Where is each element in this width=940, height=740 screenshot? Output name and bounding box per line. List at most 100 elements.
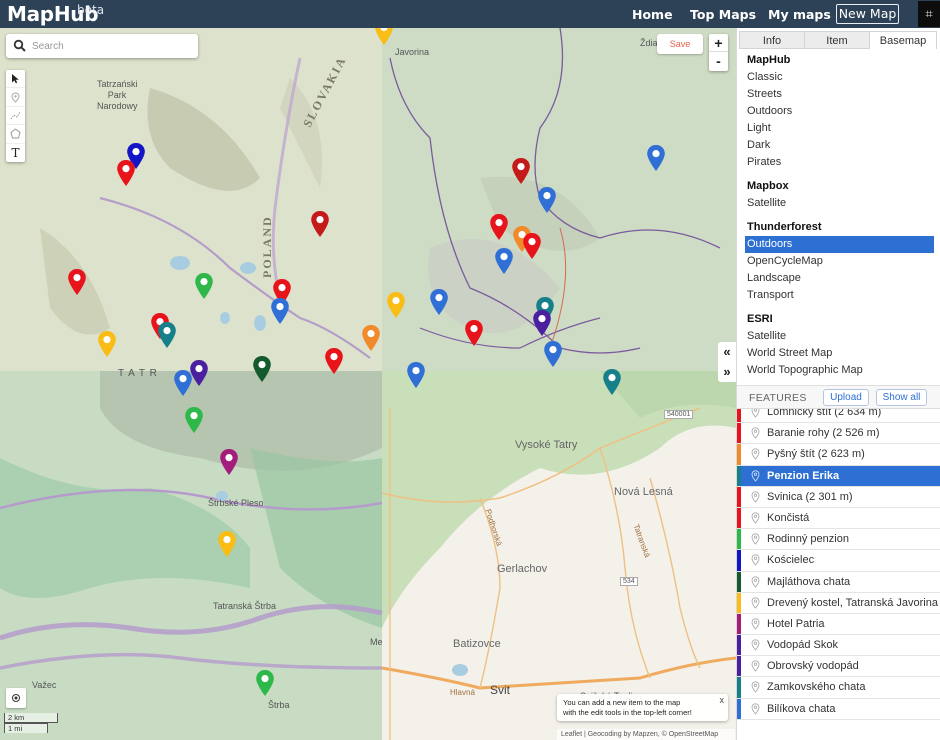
map-marker-pin[interactable] [361,324,381,352]
feature-list-item[interactable]: Vodopád Skok [737,635,940,657]
feature-list-item[interactable]: Majláthova chata [737,571,940,593]
map-marker-pin[interactable] [532,309,552,337]
text-tool-button[interactable]: T [6,144,25,162]
line-tool-button[interactable] [6,107,25,126]
tab-item[interactable]: Item [804,31,870,49]
basemap-option[interactable]: World Street Map [737,345,940,362]
map-marker-pin[interactable] [324,347,344,375]
basemap-option[interactable]: OpenCycleMap [737,253,940,270]
feature-list-item[interactable]: Lomnický štít (2 634 m) [737,409,940,424]
map-marker-pin[interactable] [464,319,484,347]
upload-button[interactable]: Upload [823,389,869,406]
basemap-option[interactable]: Satellite [737,195,940,212]
map-marker-pin[interactable] [270,297,290,325]
map-marker-pin[interactable] [386,291,406,319]
map-marker-pin[interactable] [116,159,136,187]
basemap-option[interactable]: Satellite [737,328,940,345]
map-marker-pin[interactable] [310,210,330,238]
map-marker-pin[interactable] [219,448,239,476]
feature-color-bar [737,486,741,507]
save-button[interactable]: Save [657,34,703,54]
marker-icon [751,639,760,651]
basemap-option[interactable]: Outdoors [745,236,934,253]
basemap-option[interactable]: Landscape [737,270,940,287]
basemap-option[interactable]: World Topographic Map [737,362,940,379]
tip-close-button[interactable]: x [720,695,725,705]
map-marker-pin[interactable] [217,530,237,558]
zoom-control: + - [709,34,728,71]
map-canvas[interactable]: Tatrzański Park Narodowy SLOVAKIA POLAND T… [0,28,736,740]
basemap-option[interactable]: Dark [737,137,940,154]
map-marker-pin[interactable] [252,355,272,383]
show-all-button[interactable]: Show all [876,389,927,406]
feature-list-item[interactable]: Baranie rohy (2 526 m) [737,423,940,445]
feature-name: Majláthova chata [767,575,851,588]
map-label-tatry: T A T R [118,368,158,379]
nav-home[interactable]: Home [632,7,673,22]
map-marker-pin[interactable] [157,321,177,349]
select-tool-button[interactable] [6,70,25,89]
sidebar: Info Item Basemap MapHub Classic Streets Ou… [736,28,940,740]
feature-list-item[interactable]: Pyšný štít (2 623 m) [737,444,940,466]
collapse-left-icon[interactable]: « [718,342,736,362]
feature-list-item[interactable]: Zamkovského chata [737,677,940,699]
tab-basemap[interactable]: Basemap [869,31,937,49]
new-map-button[interactable]: New Map [836,4,899,24]
search-input[interactable] [32,37,192,55]
map-attribution[interactable]: Leaflet | Geocoding by Mapzen, © OpenStr… [557,729,735,740]
basemap-option[interactable]: Light [737,120,940,137]
feature-list-item[interactable]: Svinica (2 301 m) [737,486,940,508]
map-tiles [0,28,736,740]
map-pin-icon [387,292,405,318]
locate-button[interactable] [6,688,26,708]
feature-list-item[interactable]: Končistá [737,507,940,530]
map-pin-icon [117,160,135,186]
map-marker-pin[interactable] [97,330,117,358]
map-label-poland: POLAND [260,215,274,278]
map-marker-pin[interactable] [494,247,514,275]
marker-icon [751,448,760,461]
feature-list-item[interactable]: Bilíkova chata [737,698,940,720]
map-marker-pin[interactable] [184,406,204,434]
feature-list-item[interactable]: Obrovský vodopád [737,656,940,678]
basemap-option[interactable]: Classic [737,69,940,86]
map-marker-pin[interactable] [522,232,542,260]
basemap-option[interactable]: Streets [737,86,940,103]
basemap-option[interactable]: Transport [737,287,940,304]
map-marker-pin[interactable] [255,669,275,697]
feature-list-item[interactable]: Penzion Erika [737,465,940,487]
map-marker-pin[interactable] [67,268,87,296]
map-marker-pin[interactable] [537,186,557,214]
map-marker-pin[interactable] [194,272,214,300]
basemap-option[interactable]: Pirates [737,154,940,171]
nav-top-maps[interactable]: Top Maps [690,7,756,22]
map-marker-pin[interactable] [429,288,449,316]
marker-tool-button[interactable] [6,88,25,107]
basemap-option[interactable]: National Geographic World Map [737,379,940,380]
polygon-tool-button[interactable] [6,125,25,144]
basemap-option[interactable]: Outdoors [737,103,940,120]
feature-name: Drevený kostel, Tatranská Javorina [767,596,938,609]
map-marker-pin[interactable] [374,28,394,46]
collapse-right-icon[interactable]: » [718,362,736,382]
map-marker-pin[interactable] [543,340,563,368]
feature-list-item[interactable]: Drevený kostel, Tatranská Javorina [737,592,940,614]
map-pin-icon [220,449,238,475]
map-marker-pin[interactable] [646,144,666,172]
user-avatar-icon[interactable]: ⌗ [918,1,940,27]
map-marker-pin[interactable] [173,369,193,397]
map-marker-pin[interactable] [489,213,509,241]
feature-list-item[interactable]: Kościelec [737,550,940,572]
feature-list-item[interactable]: Rodinný penzion [737,529,940,551]
map-marker-pin[interactable] [406,361,426,389]
map-marker-pin[interactable] [511,157,531,185]
zoom-in-button[interactable]: + [709,34,728,52]
feature-name: Baranie rohy (2 526 m) [767,427,880,440]
map-pin-icon [375,28,393,45]
marker-icon [751,618,760,630]
nav-my-maps[interactable]: My maps [768,7,831,22]
map-marker-pin[interactable] [602,368,622,396]
feature-list-item[interactable]: Hotel Patria [737,613,940,636]
tab-info[interactable]: Info [739,31,805,49]
zoom-out-button[interactable]: - [709,52,728,70]
